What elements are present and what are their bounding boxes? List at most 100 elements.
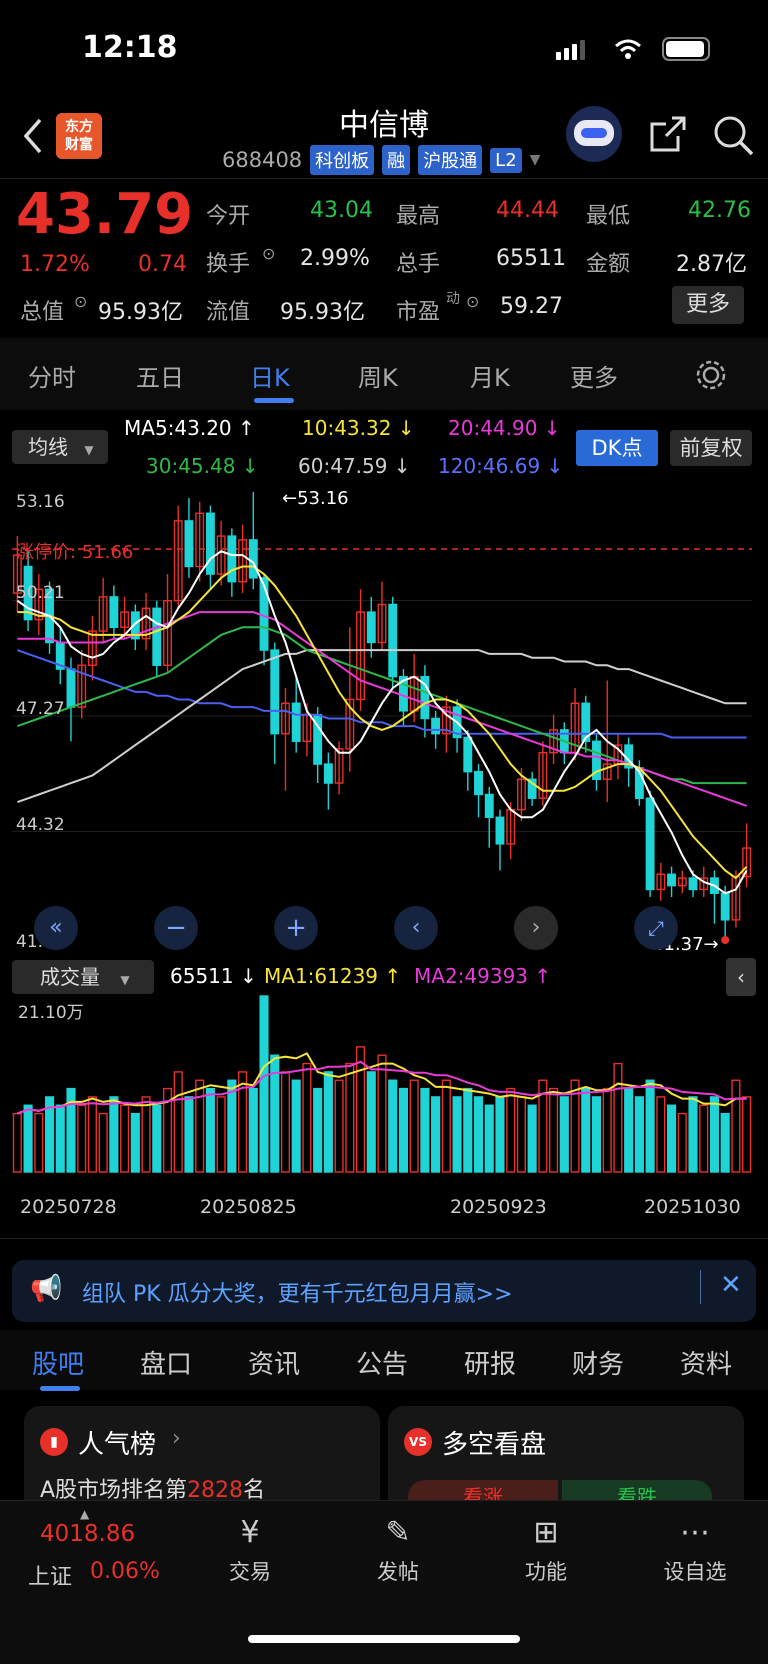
assistant-robot-icon[interactable]: [566, 106, 622, 162]
promo-banner[interactable]: 📢 组队 PK 瓜分大奖，更有千元红包月月赢>> ✕: [12, 1260, 756, 1322]
nav-function[interactable]: ⊞ 功能: [514, 1515, 578, 1586]
volume-svg[interactable]: [12, 990, 752, 1182]
subtab-orderbook[interactable]: 盘口: [140, 1344, 192, 1381]
change-percent: 1.72%: [20, 252, 90, 277]
ranking-icon: ▮: [40, 1428, 68, 1456]
divider: [0, 178, 768, 179]
fullscreen-icon[interactable]: ⤢: [634, 906, 678, 950]
price-axis-3: 47.27: [16, 699, 65, 719]
limit-up-label: 涨停价: 51.66: [16, 538, 133, 564]
index-value[interactable]: 4018.86: [40, 1521, 135, 1547]
nav-function-label: 功能: [525, 1560, 567, 1584]
nav-post[interactable]: ✎ 发帖: [366, 1515, 430, 1586]
volume-bar: [613, 1062, 623, 1173]
popularity-title: 人气榜: [78, 1430, 157, 1460]
volume-scale: 21.10万: [18, 1003, 84, 1023]
subtab-news[interactable]: 资讯: [248, 1344, 300, 1381]
tab-more[interactable]: 更多: [570, 358, 618, 393]
nav-add-watchlist[interactable]: ⋯ 设自选: [656, 1515, 734, 1586]
open-label: 今开: [206, 204, 251, 229]
subtab-finance[interactable]: 财务: [572, 1344, 624, 1381]
subtab-forum[interactable]: 股吧: [32, 1344, 84, 1381]
tab-weekly-k[interactable]: 周K: [358, 358, 398, 393]
info-icon[interactable]: ⊙: [466, 292, 479, 311]
volume-bar: [87, 1096, 97, 1173]
volume-bar: [656, 1096, 666, 1173]
chevron-down-icon[interactable]: ▼: [530, 152, 541, 168]
candle-body: [667, 873, 677, 887]
indicator-selector[interactable]: 均线 ▼: [12, 430, 108, 464]
candle-body: [645, 797, 655, 891]
tag-star-market[interactable]: 科创板: [310, 145, 375, 175]
indicator-selector-label: 均线: [28, 435, 68, 459]
volume-bar: [602, 1087, 612, 1173]
candle-body: [152, 607, 162, 666]
promo-text[interactable]: 组队 PK 瓜分大奖，更有千元红包月月赢>>: [82, 1276, 513, 1308]
subtab-announcements[interactable]: 公告: [356, 1344, 408, 1381]
volume-ma2: MA2:49393 ↑: [414, 964, 552, 988]
scroll-left-fast-icon[interactable]: «: [34, 906, 78, 950]
volume-bar: [388, 1079, 398, 1173]
volume-bar: [216, 1096, 226, 1173]
volume-bar: [291, 1079, 301, 1173]
tab-monthly-k[interactable]: 月K: [470, 358, 510, 393]
low-point-dot: [721, 936, 730, 944]
nav-trade[interactable]: ¥ 交易: [218, 1515, 282, 1586]
subtab-research[interactable]: 研报: [464, 1344, 516, 1381]
volume-bar: [742, 1096, 752, 1173]
mktcap-value: 95.93亿: [98, 300, 183, 325]
dk-point-button[interactable]: DK点: [576, 430, 658, 466]
volume-bar: [441, 1079, 451, 1173]
volume-bar: [302, 1062, 312, 1173]
candle-body: [388, 603, 398, 678]
info-icon[interactable]: ⊙: [262, 244, 275, 263]
step-right-icon[interactable]: ›: [514, 906, 558, 950]
tab-daily-k[interactable]: 日K: [250, 358, 290, 393]
candle-body: [227, 535, 237, 583]
pe-label: 市盈: [396, 300, 441, 325]
tag-margin[interactable]: 融: [382, 145, 411, 175]
index-name[interactable]: 上证: [28, 1559, 72, 1591]
battery-icon: [662, 37, 710, 61]
volume-bar: [559, 1096, 569, 1173]
zoom-out-icon[interactable]: −: [154, 906, 198, 950]
volume-bar: [355, 1046, 366, 1173]
step-left-icon[interactable]: ‹: [394, 906, 438, 950]
settings-gear-icon[interactable]: [694, 358, 728, 392]
more-dots-icon: ⋯: [680, 1515, 710, 1550]
signal-icon: [556, 40, 585, 60]
tab-intraday[interactable]: 分时: [28, 358, 76, 393]
volume-bar: [581, 1087, 591, 1173]
volume-bar: [259, 995, 269, 1173]
tag-level2[interactable]: L2: [490, 147, 522, 173]
volume-bar: [624, 1087, 634, 1173]
home-indicator: [248, 1635, 520, 1643]
price-axis-4: 44.32: [16, 815, 65, 835]
subtab-profile[interactable]: 资料: [680, 1344, 732, 1381]
volume-bar: [120, 1104, 130, 1173]
ma60-label: 60:47.59 ↓: [298, 454, 411, 478]
volume-bar: [634, 1096, 644, 1173]
adjust-button[interactable]: 前复权: [670, 430, 752, 466]
ma30-label: 30:45.48 ↓: [146, 454, 259, 478]
amount-label: 金额: [586, 252, 631, 277]
search-icon[interactable]: [712, 114, 756, 158]
turnover-value: 2.99%: [300, 246, 370, 271]
change-amount: 0.74: [138, 252, 187, 277]
volume-chart[interactable]: [12, 990, 752, 1182]
ma20-value: 20:44.90: [448, 416, 538, 440]
volume-bar: [152, 1104, 162, 1173]
info-icon[interactable]: ⊙: [74, 292, 87, 311]
candle-body: [109, 596, 119, 628]
ma120-value: 120:46.69: [438, 454, 541, 478]
tab-five-day[interactable]: 五日: [136, 358, 184, 393]
more-quote-button[interactable]: 更多: [672, 286, 744, 324]
share-icon[interactable]: [648, 114, 688, 154]
close-icon[interactable]: ✕: [720, 1270, 742, 1300]
float-value: 95.93亿: [280, 300, 365, 325]
volume-indicator-selector[interactable]: 成交量 ▼: [12, 960, 154, 994]
pe-dynamic-label: 动: [446, 291, 460, 307]
tag-connect[interactable]: 沪股通: [418, 145, 483, 175]
zoom-in-icon[interactable]: +: [274, 906, 318, 950]
index-change[interactable]: 0.06%: [90, 1559, 160, 1584]
